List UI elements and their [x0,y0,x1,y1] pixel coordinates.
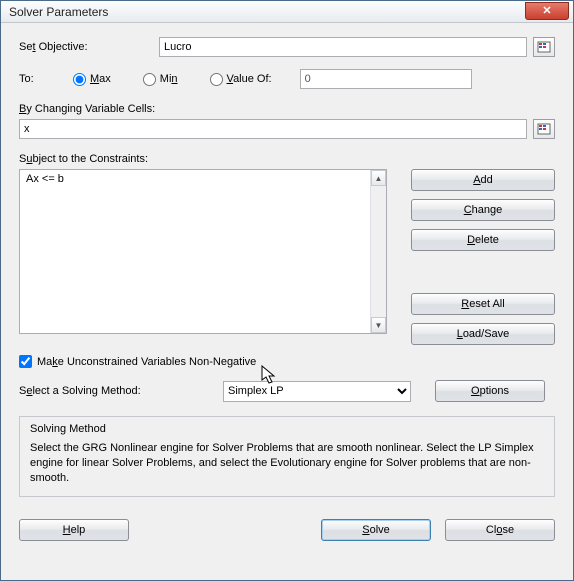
changing-cells-input[interactable] [19,119,527,139]
nonneg-checkbox[interactable] [19,355,32,368]
desc-title: Solving Method [30,423,544,435]
desc-text: Select the GRG Nonlinear engine for Solv… [30,441,544,486]
solve-button[interactable]: Solve [321,519,431,541]
objective-range-picker-icon[interactable] [533,37,555,57]
method-label: Select a Solving Method: [19,385,199,397]
close-icon[interactable]: ✕ [525,2,569,20]
reset-all-button[interactable]: Reset All [411,293,555,315]
scroll-up-icon[interactable]: ▲ [371,170,386,186]
window-title: Solver Parameters [9,5,525,19]
change-button[interactable]: Change [411,199,555,221]
cells-range-picker-icon[interactable] [533,119,555,139]
options-button[interactable]: Options [435,380,545,402]
to-max-radio[interactable]: Max [73,73,111,86]
set-objective-label: Set Objective: [19,41,159,53]
to-min-radio[interactable]: Min [143,73,178,86]
valueof-input[interactable] [300,69,472,89]
titlebar: Solver Parameters ✕ [1,1,573,23]
nonneg-label: Make Unconstrained Variables Non-Negativ… [37,356,256,368]
scroll-down-icon[interactable]: ▼ [371,317,386,333]
delete-button[interactable]: Delete [411,229,555,251]
constraints-label: Subject to the Constraints: [19,153,148,165]
solving-method-description: Solving Method Select the GRG Nonlinear … [19,416,555,497]
method-select[interactable]: Simplex LP [223,381,411,402]
help-button[interactable]: Help [19,519,129,541]
close-button[interactable]: Close [445,519,555,541]
constraint-item[interactable]: Ax <= b [26,173,380,185]
add-button[interactable]: Add [411,169,555,191]
constraints-listbox[interactable]: Ax <= b ▲ ▼ [19,169,387,334]
objective-input[interactable] [159,37,527,57]
changing-cells-label: By Changing Variable Cells: [19,103,155,115]
load-save-button[interactable]: Load/Save [411,323,555,345]
to-valueof-radio[interactable]: Value Of: [210,73,272,86]
scrollbar[interactable]: ▲ ▼ [370,170,386,333]
solver-parameters-dialog: Solver Parameters ✕ Set Objective: To: M… [0,0,574,581]
to-label: To: [19,73,69,85]
content-area: Set Objective: To: Max Min Value Of: [1,23,573,551]
